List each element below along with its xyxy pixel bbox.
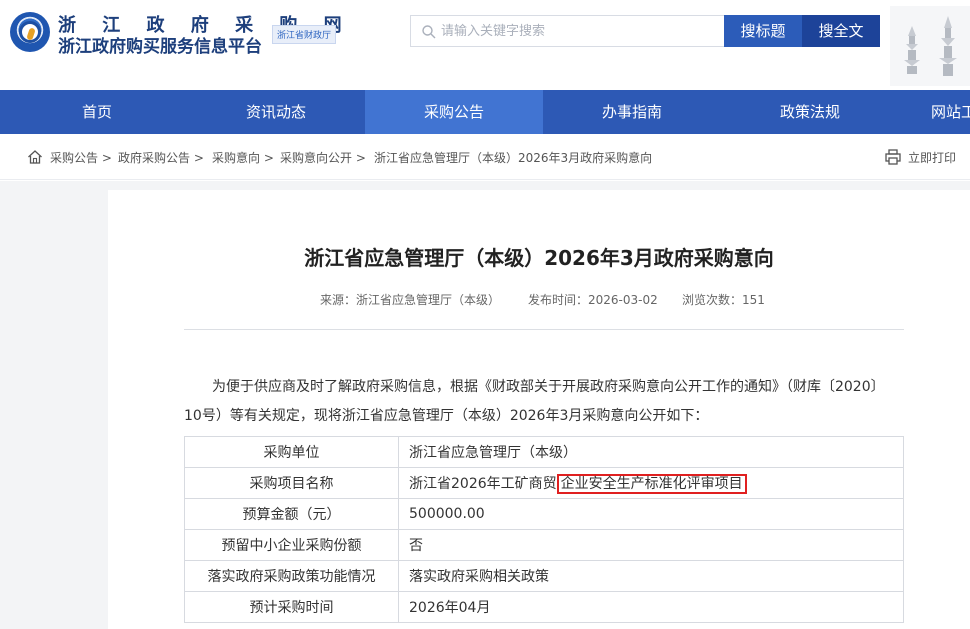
home-icon[interactable] xyxy=(27,149,43,165)
search-icon xyxy=(422,25,436,39)
title-divider xyxy=(184,329,904,330)
table-row: 预算金额（元） 500000.00 xyxy=(184,498,904,530)
table-row: 预计采购时间 2026年04月 xyxy=(184,591,904,623)
nav-item-guide[interactable]: 办事指南 xyxy=(543,90,721,134)
table-cell-value: 落实政府采购相关政策 xyxy=(398,560,904,592)
project-name-prefix: 浙江省2026年工矿商贸 xyxy=(409,476,557,492)
table-cell-label: 预计采购时间 xyxy=(184,591,399,623)
search-title-button[interactable]: 搜标题 xyxy=(724,15,802,47)
table-cell-value: 浙江省应急管理厅（本级） xyxy=(398,436,904,468)
print-button[interactable]: 立即打印 xyxy=(908,149,956,166)
table-row: 采购项目名称 浙江省2026年工矿商贸 企业安全生产标准化评审项目 xyxy=(184,467,904,499)
table-cell-label: 预留中小企业采购份额 xyxy=(184,529,399,561)
breadcrumb-current: 浙江省应急管理厅（本级）2026年3月政府采购意向 xyxy=(374,151,653,165)
article-source: 来源：浙江省应急管理厅（本级） xyxy=(320,293,501,307)
procurement-intent-table: 采购单位 浙江省应急管理厅（本级） 采购项目名称 浙江省2026年工矿商贸 企业安… xyxy=(184,436,904,623)
nav-item-site-tools[interactable]: 网站工 xyxy=(899,90,970,134)
table-cell-value: 否 xyxy=(398,529,904,561)
table-cell-label: 采购项目名称 xyxy=(184,467,399,499)
print-icon[interactable] xyxy=(884,148,902,166)
logo-flame xyxy=(26,27,36,41)
search-fulltext-button[interactable]: 搜全文 xyxy=(802,15,880,47)
breadcrumb-item[interactable]: 采购公告 > xyxy=(50,149,112,166)
nav-item-policy[interactable]: 政策法规 xyxy=(721,90,899,134)
highlighted-project-name: 企业安全生产标准化评审项目 xyxy=(556,474,747,494)
article-paragraph-line: 为便于供应商及时了解政府采购信息，根据《财政部关于开展政府采购意向公开工作的通知… xyxy=(212,379,885,395)
site-subtitle: 浙江政府购买服务信息平台 xyxy=(58,37,262,57)
main-nav: 首页 资讯动态 采购公告 办事指南 政策法规 网站工 xyxy=(0,90,970,134)
nav-item-procurement-notice[interactable]: 采购公告 xyxy=(365,90,543,134)
search-box[interactable] xyxy=(410,15,726,47)
department-tag: 浙江省财政厅 xyxy=(272,25,337,44)
nav-item-news[interactable]: 资讯动态 xyxy=(187,90,365,134)
breadcrumb: 采购公告 > 政府采购公告 > 采购意向 > 采购意向公开 > 浙江省应急管理厅… xyxy=(0,134,970,180)
search-input[interactable] xyxy=(441,16,721,46)
table-cell-value: 2026年04月 xyxy=(398,591,904,623)
breadcrumb-item[interactable]: 采购意向公开 > xyxy=(280,149,366,166)
table-row: 落实政府采购政策功能情况 落实政府采购相关政策 xyxy=(184,560,904,592)
article-title: 浙江省应急管理厅（本级）2026年3月政府采购意向 xyxy=(304,246,774,270)
table-row: 预留中小企业采购份额 否 xyxy=(184,529,904,561)
article-publish-time: 发布时间：2026-03-02 xyxy=(528,293,658,307)
table-row: 采购单位 浙江省应急管理厅（本级） xyxy=(184,436,904,468)
site-header: 浙 江 政 府 采 购 网 浙江政府购买服务信息平台 浙江省财政厅 搜标题 搜全… xyxy=(0,0,970,90)
table-cell-value: 500000.00 xyxy=(398,498,904,530)
logo-emblem xyxy=(19,21,41,43)
table-cell-label: 预算金额（元） xyxy=(184,498,399,530)
breadcrumb-item[interactable]: 采购意向 > xyxy=(212,149,274,166)
breadcrumb-item[interactable]: 政府采购公告 > xyxy=(118,149,204,166)
article-paragraph-line: 10号）等有关规定，现将浙江省应急管理厅（本级）2026年3月采购意向公开如下： xyxy=(184,408,709,424)
table-cell-value: 浙江省2026年工矿商贸 企业安全生产标准化评审项目 xyxy=(398,467,904,499)
article-view-count: 浏览次数：151 xyxy=(682,293,765,307)
nav-item-home[interactable]: 首页 xyxy=(8,90,186,134)
site-logo[interactable] xyxy=(10,12,50,52)
table-cell-label: 采购单位 xyxy=(184,436,399,468)
pagoda-decoration xyxy=(890,6,970,86)
table-cell-label: 落实政府采购政策功能情况 xyxy=(184,560,399,592)
